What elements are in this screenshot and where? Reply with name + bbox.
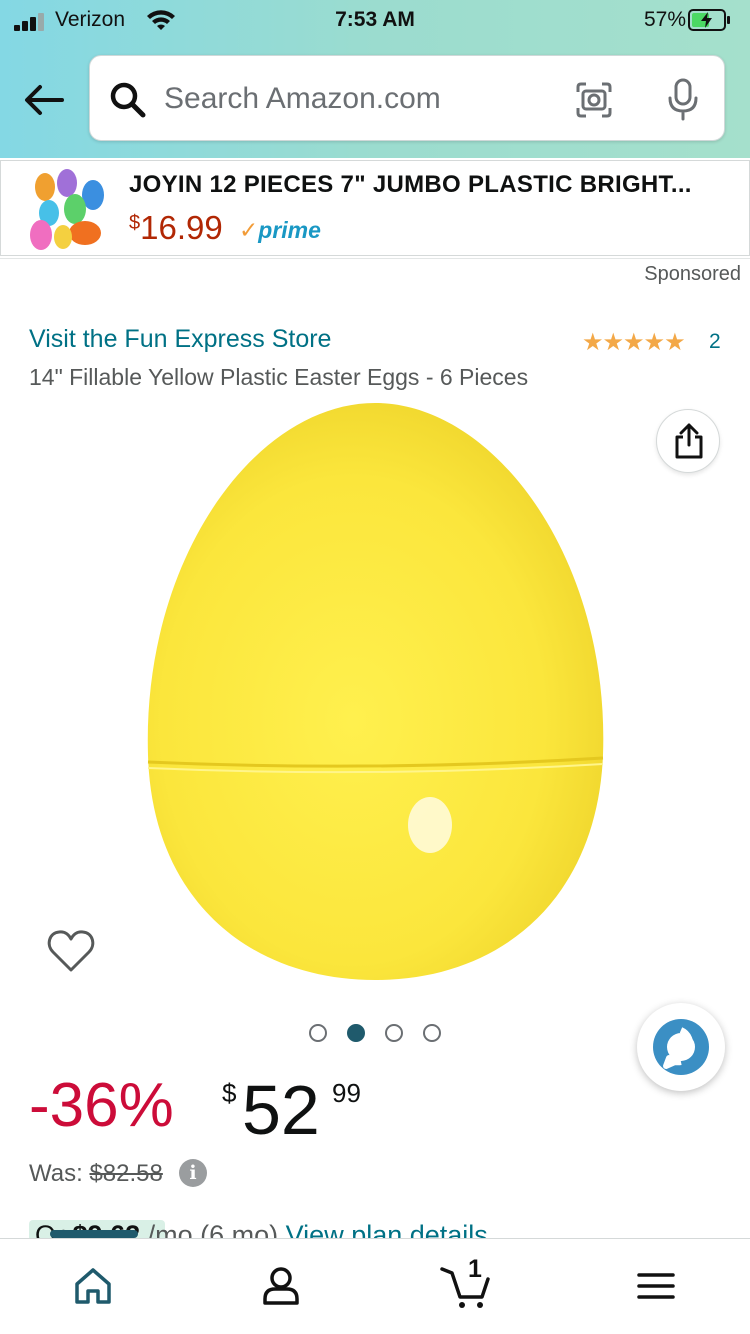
divider (0, 258, 750, 259)
image-carousel-dots[interactable] (309, 1024, 449, 1044)
product-image[interactable] (140, 400, 610, 985)
was-price-row: Was: $82.58 (29, 1160, 163, 1188)
star-rating[interactable]: ★★★★★ (582, 328, 686, 357)
nav-menu[interactable] (612, 1257, 702, 1317)
share-button[interactable] (656, 409, 720, 473)
nav-cart[interactable]: 1 (428, 1255, 518, 1317)
prime-badge: ✓prime (239, 217, 321, 244)
search-icon (110, 82, 146, 118)
store-link[interactable]: Visit the Fun Express Store (29, 325, 331, 354)
battery-icon (688, 9, 730, 31)
wishlist-heart-icon[interactable] (46, 928, 96, 974)
nav-account[interactable] (237, 1257, 327, 1317)
ad-price-currency: $ (129, 212, 141, 234)
carousel-dot[interactable] (309, 1024, 327, 1042)
price-whole: 52 (242, 1071, 320, 1149)
carousel-dot[interactable] (423, 1024, 441, 1042)
ad-price-value: 16.99 (140, 209, 223, 246)
status-time: 7:53 AM (335, 8, 415, 31)
carousel-dot[interactable] (385, 1024, 403, 1042)
status-bar: Verizon 7:53 AM 57% (0, 0, 750, 44)
ad-title[interactable]: JOYIN 12 PIECES 7" JUMBO PLASTIC BRIGHT.… (129, 171, 692, 199)
back-button[interactable] (22, 80, 66, 120)
battery-percent: 57% (643, 8, 686, 31)
active-tab-indicator (50, 1230, 138, 1238)
discount-percent: -36% (29, 1071, 174, 1140)
info-icon[interactable]: i (179, 1159, 207, 1187)
cart-icon (440, 1267, 490, 1308)
rating-count[interactable]: 2 (709, 330, 721, 354)
alexa-button[interactable] (637, 1003, 725, 1091)
search-input[interactable] (164, 78, 544, 120)
was-price: $82.58 (89, 1160, 163, 1187)
price-fraction: 99 (332, 1078, 361, 1108)
was-label: Was: (29, 1160, 83, 1187)
price-currency: $ (222, 1078, 237, 1108)
view-plan-details-link[interactable]: View plan details (286, 1220, 488, 1238)
camera-search-icon[interactable] (574, 80, 614, 120)
installment-term: /mo (6 mo) (147, 1220, 279, 1238)
home-icon (75, 1268, 111, 1304)
carousel-dot[interactable] (347, 1024, 365, 1042)
prime-label: prime (258, 217, 321, 243)
sponsored-label[interactable]: Sponsored (644, 263, 741, 286)
bottom-nav: 1 (0, 1238, 750, 1334)
ad-product-image (30, 169, 104, 250)
menu-icon (637, 1273, 675, 1299)
microphone-icon[interactable] (666, 78, 700, 122)
sponsored-ad-banner[interactable]: JOYIN 12 PIECES 7" JUMBO PLASTIC BRIGHT.… (0, 160, 750, 256)
search-bar[interactable] (89, 55, 725, 141)
share-icon (675, 423, 703, 459)
app-header: Verizon 7:53 AM 57% (0, 0, 750, 158)
alexa-icon (653, 1019, 709, 1075)
nav-home[interactable] (49, 1257, 139, 1317)
prime-check-icon: ✓ (239, 217, 259, 243)
back-arrow-icon (25, 85, 64, 115)
ad-price: $16.99 (129, 209, 223, 247)
account-icon (263, 1267, 299, 1305)
product-title: 14" Fillable Yellow Plastic Easter Eggs … (29, 364, 529, 390)
